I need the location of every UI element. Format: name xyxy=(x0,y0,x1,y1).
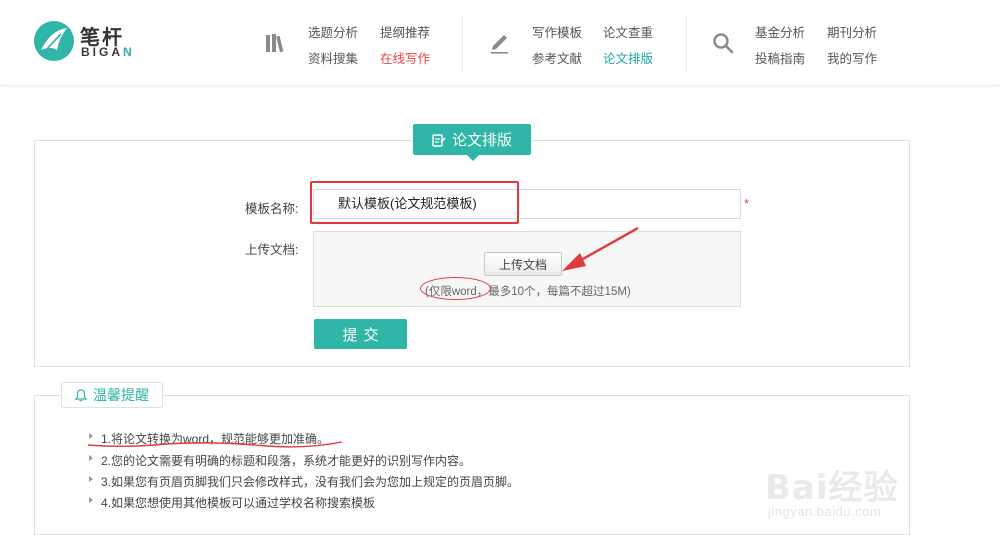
nav-plagiarism-check[interactable]: 论文查重 xyxy=(603,22,653,41)
nav-online-writing[interactable]: 在线写作 xyxy=(380,48,430,67)
upload-hint: (仅限word，最多10个，每篇不超过15M) xyxy=(425,286,631,298)
nav-journal-analysis[interactable]: 期刊分析 xyxy=(827,22,877,41)
bullet-icon xyxy=(89,497,93,503)
bullet-icon xyxy=(89,476,93,482)
nav-divider xyxy=(462,14,463,74)
annotation-arrow-icon xyxy=(562,226,639,271)
nav-references[interactable]: 参考文献 xyxy=(532,48,582,67)
bell-icon xyxy=(75,388,87,401)
tip-item: 3.如果您有页眉页脚我们只会修改样式，没有我们会为您加上规定的页眉页脚。 xyxy=(101,475,520,489)
upload-doc-label: 上传文档: xyxy=(245,243,299,257)
submit-button[interactable]: 提交 xyxy=(314,319,407,349)
nav-outline-recommend[interactable]: 提纲推荐 xyxy=(380,22,430,41)
nav-submission-guide[interactable]: 投稿指南 xyxy=(755,48,805,67)
form-title: 论文排版 xyxy=(451,132,512,149)
top-header: 笔杆 BIGAN 选题分析 提纲推荐 资料搜集 在线写作 写作模板 论文查重 参… xyxy=(0,0,1000,86)
nav-writing-template[interactable]: 写作模板 xyxy=(532,22,582,41)
tips-title-tab: 温馨提醒 xyxy=(61,382,163,408)
nav-my-writing[interactable]: 我的写作 xyxy=(827,48,877,67)
edit-doc-icon xyxy=(432,133,446,147)
pencil-icon xyxy=(491,35,508,54)
tip-item: 2.您的论文需要有明确的标题和段落，系统才能更好的识别写作内容。 xyxy=(101,454,472,468)
tip-item: 4.如果您想使用其他模板可以通过学校名称搜索模板 xyxy=(101,496,376,510)
template-name-label: 模板名称: xyxy=(245,202,299,216)
form-title-tab: 论文排版 xyxy=(413,124,531,161)
watermark-main: Bai经验 xyxy=(765,468,899,508)
nav-paper-format[interactable]: 论文排版 xyxy=(603,48,653,67)
watermark-sub: jingyan.baidu.com xyxy=(768,504,882,519)
tips-title: 温馨提醒 xyxy=(93,387,149,403)
nav-divider xyxy=(686,14,687,74)
nav-topic-analysis[interactable]: 选题分析 xyxy=(308,22,358,41)
template-name-field[interactable]: 默认模板(论文规范模板) xyxy=(313,189,741,219)
brand-mark-icon xyxy=(34,21,74,61)
nav-material-search[interactable]: 资料搜集 xyxy=(308,48,358,67)
brand-logo[interactable]: 笔杆 BIGAN xyxy=(33,20,153,64)
upload-document-button[interactable]: 上传文档 xyxy=(484,252,562,276)
books-icon xyxy=(266,34,284,53)
nav-fund-analysis[interactable]: 基金分析 xyxy=(755,22,805,41)
required-mark: * xyxy=(744,196,750,211)
search-icon xyxy=(713,33,734,54)
annotation-underline xyxy=(87,441,343,448)
brand-name-en: BIGAN xyxy=(81,45,135,59)
bullet-icon xyxy=(89,455,93,461)
baidu-jingyan-watermark: Bai经验 jingyan.baidu.com xyxy=(765,438,965,528)
